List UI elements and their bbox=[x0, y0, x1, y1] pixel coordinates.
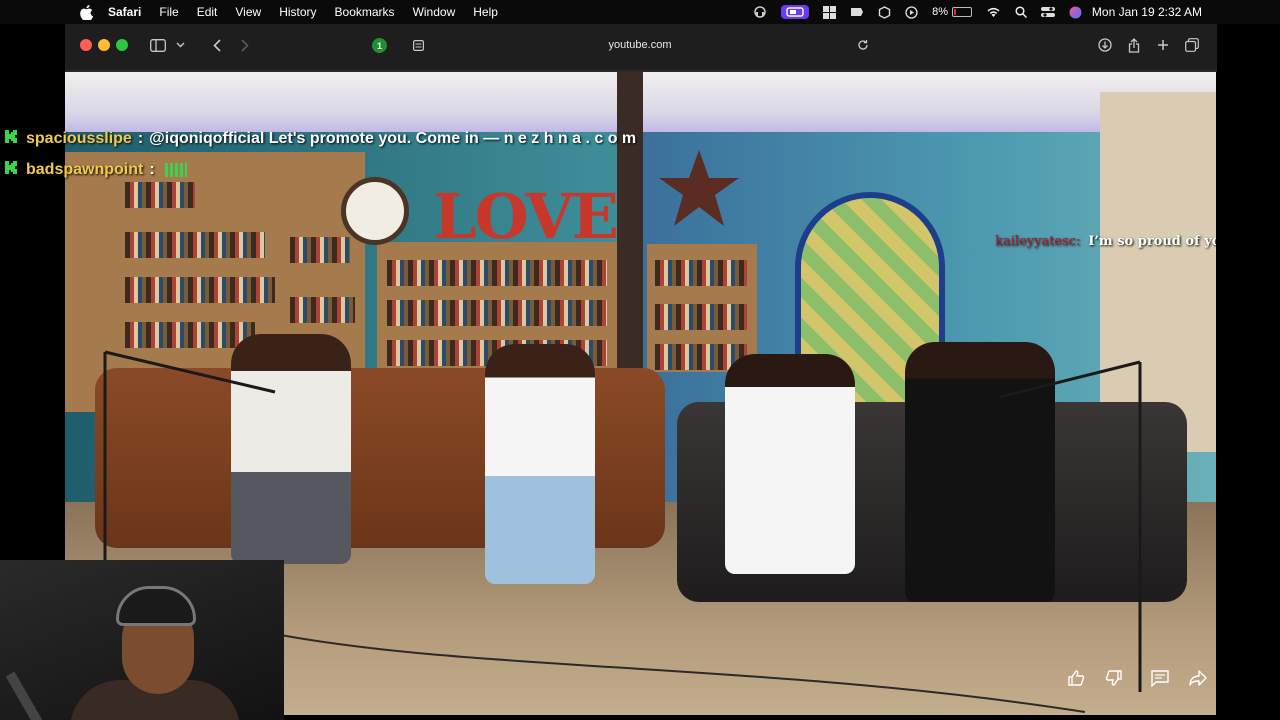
apple-menu-icon[interactable] bbox=[80, 4, 98, 20]
chat-message: spaciousslipe : @iqoniqofficial Let's pr… bbox=[0, 130, 636, 148]
menu-help[interactable]: Help bbox=[473, 5, 498, 19]
video-caption-overlay: kaileyyatesc: I’m so proud of you bbox=[995, 234, 1216, 249]
tab-overview-icon[interactable] bbox=[1184, 34, 1200, 56]
cube-icon[interactable] bbox=[878, 5, 891, 19]
share-arrow-button[interactable] bbox=[1186, 666, 1210, 690]
like-button[interactable] bbox=[1064, 666, 1088, 690]
video-actions bbox=[1064, 666, 1224, 690]
chat-text: @iqoniqofficial Let's promote you. Come … bbox=[149, 130, 637, 147]
webcam-person-cap bbox=[116, 586, 196, 626]
battery-indicator[interactable]: 8% bbox=[932, 6, 972, 18]
reload-icon[interactable] bbox=[855, 34, 871, 56]
forward-button[interactable] bbox=[237, 34, 253, 56]
menu-window[interactable]: Window bbox=[413, 5, 456, 19]
battery-fill bbox=[954, 9, 956, 15]
kick-badge-icon bbox=[5, 161, 21, 179]
window-close-button[interactable] bbox=[80, 39, 92, 51]
chat-username[interactable]: spaciousslipe bbox=[26, 130, 132, 148]
chevron-down-icon[interactable] bbox=[173, 34, 187, 56]
wifi-icon[interactable] bbox=[986, 7, 1001, 18]
siri-icon[interactable] bbox=[1069, 6, 1082, 19]
window-fullscreen-button[interactable] bbox=[116, 39, 128, 51]
menu-file[interactable]: File bbox=[159, 5, 178, 19]
address-bar[interactable]: youtube.com bbox=[395, 34, 885, 56]
battery-icon bbox=[952, 7, 972, 17]
webcam-microphone bbox=[5, 671, 45, 720]
comments-button[interactable] bbox=[1148, 666, 1172, 690]
menu-bookmarks[interactable]: Bookmarks bbox=[335, 5, 395, 19]
app-menu-safari[interactable]: Safari bbox=[108, 5, 141, 19]
caption-username: kaileyyatesc: bbox=[995, 234, 1081, 249]
menu-edit[interactable]: Edit bbox=[197, 5, 218, 19]
dislike-button[interactable] bbox=[1102, 666, 1126, 690]
screen-recording-icon[interactable] bbox=[781, 5, 810, 19]
chat-emote-icon bbox=[164, 163, 187, 177]
spotlight-search-icon[interactable] bbox=[1015, 6, 1027, 18]
window-grid-icon[interactable] bbox=[823, 5, 837, 19]
menubar-clock[interactable]: Mon Jan 19 2:32 AM bbox=[1092, 0, 1202, 24]
streamer-webcam bbox=[0, 560, 284, 720]
battery-percent: 8% bbox=[932, 6, 948, 18]
menu-bar: Safari File Edit View History Bookmarks … bbox=[0, 0, 1280, 24]
new-tab-icon[interactable] bbox=[1155, 34, 1171, 56]
chat-separator: : bbox=[149, 161, 155, 178]
address-url: youtube.com bbox=[608, 39, 672, 51]
control-center-icon[interactable] bbox=[1041, 6, 1055, 18]
flag-icon[interactable] bbox=[850, 6, 864, 18]
sidebar-toggle-icon[interactable] bbox=[149, 34, 167, 56]
privacy-report-badge[interactable]: 1 bbox=[372, 38, 387, 53]
back-button[interactable] bbox=[209, 34, 225, 56]
kick-badge-icon bbox=[5, 130, 21, 148]
share-icon[interactable] bbox=[1126, 34, 1142, 56]
menu-view[interactable]: View bbox=[235, 5, 261, 19]
safari-toolbar: 1 youtube.com bbox=[65, 24, 1217, 72]
window-minimize-button[interactable] bbox=[98, 39, 110, 51]
caption-text: I’m so proud of you bbox=[1088, 234, 1216, 249]
screen: Safari File Edit View History Bookmarks … bbox=[0, 0, 1280, 720]
chat-separator: : bbox=[137, 130, 144, 147]
chat-message: badspawnpoint : bbox=[0, 161, 187, 179]
play-circle-icon[interactable] bbox=[905, 5, 918, 19]
status-icons: 8% bbox=[739, 0, 1082, 24]
downloads-icon[interactable] bbox=[1097, 34, 1113, 56]
chat-username[interactable]: badspawnpoint bbox=[26, 161, 143, 179]
menu-history[interactable]: History bbox=[279, 5, 316, 19]
bluetooth-headphones-icon[interactable] bbox=[753, 5, 767, 19]
